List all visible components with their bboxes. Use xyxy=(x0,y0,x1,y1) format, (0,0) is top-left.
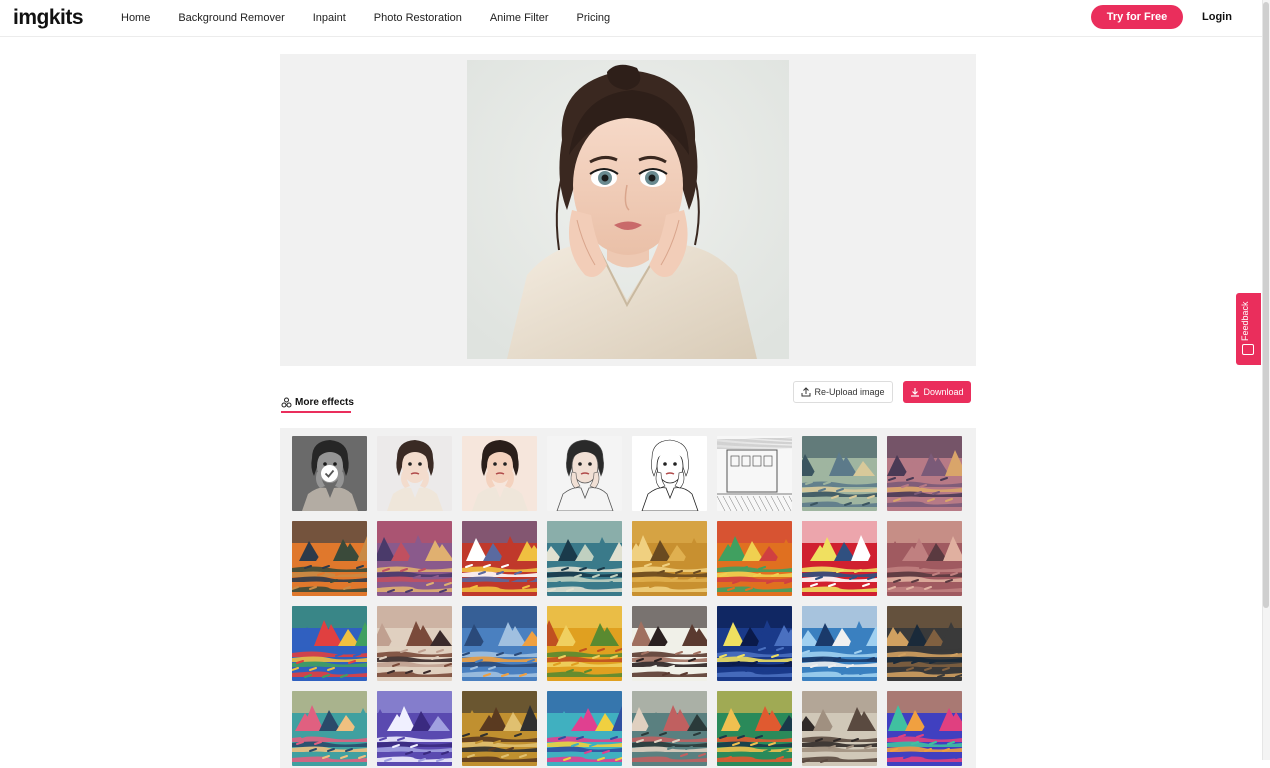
effect-thumbnail[interactable] xyxy=(377,436,452,511)
effect-preview-image xyxy=(547,606,622,681)
download-label: Download xyxy=(923,387,964,397)
reupload-image-button[interactable]: Re-Upload image xyxy=(793,381,893,403)
effect-preview-image xyxy=(717,606,792,681)
nav-home[interactable]: Home xyxy=(121,12,150,24)
effect-thumbnail[interactable] xyxy=(462,691,537,766)
download-button[interactable]: Download xyxy=(903,381,971,403)
effect-preview-image xyxy=(802,606,877,681)
effect-thumbnail[interactable] xyxy=(802,691,877,766)
effect-thumbnail[interactable] xyxy=(717,691,792,766)
effect-preview-image xyxy=(377,521,452,596)
effect-thumbnail[interactable] xyxy=(717,436,792,511)
nav-anime-filter[interactable]: Anime Filter xyxy=(490,12,549,24)
effect-preview-image xyxy=(547,436,622,511)
tab-underline xyxy=(281,411,351,413)
portrait-illustration xyxy=(467,60,789,359)
effect-thumbnail[interactable] xyxy=(717,521,792,596)
effect-thumbnail[interactable] xyxy=(887,521,962,596)
effect-thumbnail[interactable] xyxy=(887,691,962,766)
effect-thumbnail[interactable] xyxy=(462,436,537,511)
effect-thumbnail[interactable] xyxy=(547,606,622,681)
effect-preview-image xyxy=(462,436,537,511)
try-for-free-button[interactable]: Try for Free xyxy=(1091,5,1183,29)
feedback-tab[interactable]: Feedback xyxy=(1236,293,1261,365)
effect-thumbnail[interactable] xyxy=(292,691,367,766)
effect-preview-image xyxy=(802,521,877,596)
effect-preview-image xyxy=(292,521,367,596)
effect-thumbnail[interactable] xyxy=(547,436,622,511)
effect-thumbnail[interactable] xyxy=(632,521,707,596)
effect-preview-image xyxy=(377,606,452,681)
nav-photo-restoration[interactable]: Photo Restoration xyxy=(374,12,462,24)
effect-thumbnail[interactable] xyxy=(717,606,792,681)
effect-preview-image xyxy=(462,521,537,596)
effect-preview-image xyxy=(632,436,707,511)
effect-thumbnail[interactable] xyxy=(547,521,622,596)
effect-preview-image xyxy=(887,436,962,511)
effect-preview-image xyxy=(632,691,707,766)
reupload-label: Re-Upload image xyxy=(814,387,885,397)
effect-preview-image xyxy=(377,436,452,511)
effect-thumbnail[interactable] xyxy=(547,691,622,766)
effect-preview-image xyxy=(377,691,452,766)
effect-thumbnail[interactable] xyxy=(377,691,452,766)
effect-preview-image xyxy=(292,606,367,681)
effect-thumbnail[interactable] xyxy=(462,606,537,681)
effect-preview-image xyxy=(887,691,962,766)
effect-thumbnail[interactable] xyxy=(887,436,962,511)
preview-panel xyxy=(280,54,976,366)
effects-icon xyxy=(281,397,292,407)
nav-inpaint[interactable]: Inpaint xyxy=(313,12,346,24)
effect-thumbnail[interactable] xyxy=(632,691,707,766)
effect-preview-image xyxy=(887,521,962,596)
effect-thumbnail[interactable] xyxy=(632,606,707,681)
effect-thumbnail[interactable] xyxy=(377,606,452,681)
effect-preview-image xyxy=(547,691,622,766)
effect-preview-image xyxy=(632,606,707,681)
effect-preview-image xyxy=(462,606,537,681)
scrollbar-thumb[interactable] xyxy=(1263,2,1269,608)
nav-pricing[interactable]: Pricing xyxy=(577,12,611,24)
top-navbar: imgkits Home Background Remover Inpaint … xyxy=(0,0,1262,37)
effect-thumbnail[interactable] xyxy=(292,436,367,511)
more-effects-tab[interactable]: More effects xyxy=(281,392,354,413)
effect-preview-image xyxy=(632,521,707,596)
main-nav: Home Background Remover Inpaint Photo Re… xyxy=(121,0,638,36)
effect-preview-image xyxy=(802,691,877,766)
upload-icon xyxy=(801,387,811,397)
effect-thumbnail[interactable] xyxy=(887,606,962,681)
effect-thumbnail[interactable] xyxy=(292,606,367,681)
effect-preview-image xyxy=(887,606,962,681)
effect-preview-image xyxy=(717,691,792,766)
effect-thumbnail[interactable] xyxy=(377,521,452,596)
selected-check-icon xyxy=(321,465,338,482)
feedback-label: Feedback xyxy=(1240,301,1250,341)
effect-preview-image xyxy=(547,521,622,596)
feedback-chat-icon xyxy=(1242,344,1254,355)
nav-background-remover[interactable]: Background Remover xyxy=(178,12,284,24)
effect-thumbnail[interactable] xyxy=(292,521,367,596)
effect-thumbnail[interactable] xyxy=(802,606,877,681)
effect-preview-image xyxy=(462,691,537,766)
effect-thumbnail[interactable] xyxy=(462,521,537,596)
effects-grid xyxy=(280,428,976,768)
effect-preview-image xyxy=(802,436,877,511)
imgkits-logo[interactable]: imgkits xyxy=(13,6,84,30)
effect-thumbnail[interactable] xyxy=(802,436,877,511)
download-icon xyxy=(911,388,920,397)
effect-preview-image xyxy=(292,691,367,766)
effect-thumbnail[interactable] xyxy=(632,436,707,511)
login-link[interactable]: Login xyxy=(1202,11,1232,23)
more-effects-label: More effects xyxy=(295,396,354,408)
effect-preview-image xyxy=(717,436,792,511)
effect-preview-image xyxy=(717,521,792,596)
effect-thumbnail[interactable] xyxy=(802,521,877,596)
result-image xyxy=(467,60,789,359)
